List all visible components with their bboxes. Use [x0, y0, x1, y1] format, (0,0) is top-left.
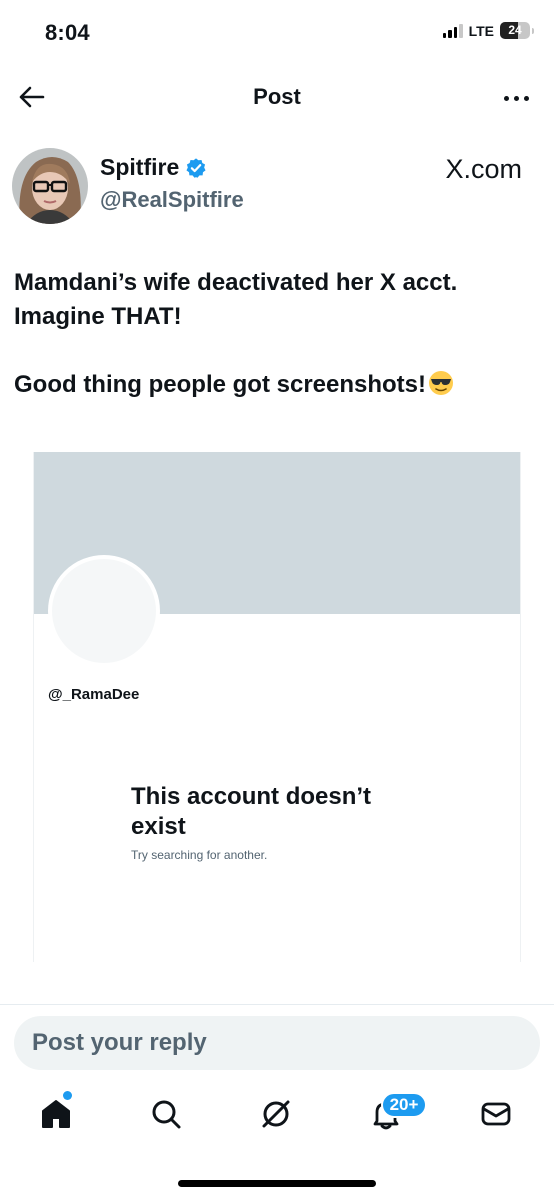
avatar-image — [12, 148, 88, 224]
tab-grok[interactable] — [254, 1092, 298, 1136]
post-text-line: Mamdani’s wife deactivated her X acct. I… — [14, 269, 458, 330]
search-icon — [152, 1100, 181, 1129]
more-dot-icon — [503, 95, 509, 101]
cellular-signal-icon — [442, 23, 463, 38]
reply-placeholder: Post your reply — [32, 1029, 207, 1056]
tab-home[interactable] — [34, 1092, 78, 1136]
battery-icon: 24 — [500, 22, 530, 39]
network-type: LTE — [468, 22, 494, 39]
sunglasses-emoji-icon — [429, 371, 454, 395]
verified-badge-icon — [186, 157, 206, 178]
author-name[interactable]: Spitfire — [100, 154, 179, 181]
home-icon — [42, 1100, 70, 1128]
account-missing-title: This account doesn’t exist — [131, 783, 372, 840]
battery-level: 24 — [508, 23, 522, 37]
home-notification-dot — [63, 1091, 72, 1100]
more-dot-icon — [523, 95, 529, 101]
reply-divider — [0, 1004, 554, 1005]
author-handle[interactable]: @RealSpitfire — [100, 187, 244, 213]
embedded-screenshot[interactable]: @_RamaDee This account doesn’t exist Try… — [33, 452, 521, 962]
home-indicator[interactable] — [178, 1180, 376, 1187]
source-label: X.com — [445, 154, 522, 184]
reply-input[interactable]: Post your reply — [14, 1016, 540, 1070]
tab-messages[interactable] — [474, 1092, 518, 1136]
author-avatar[interactable] — [12, 148, 88, 224]
account-missing-subtitle: Try searching for another. — [131, 848, 268, 862]
status-indicators: LTE 24 — [442, 22, 534, 39]
page-title: Post — [253, 84, 301, 109]
post-body: Mamdani’s wife deactivated her X acct. I… — [14, 266, 534, 402]
more-options-button[interactable] — [498, 86, 534, 110]
post-text-line-with-emoji: Good thing people got screenshots! — [14, 368, 534, 402]
notifications-count-badge: 20+ — [381, 1092, 427, 1118]
tab-search[interactable] — [144, 1092, 188, 1136]
post-text-line: Good thing people got screenshots! — [14, 371, 427, 398]
empty-avatar — [48, 555, 160, 667]
status-time: 8:04 — [45, 20, 90, 45]
author-name-row[interactable]: Spitfire — [100, 154, 207, 181]
deleted-account-handle: @_RamaDee — [48, 686, 140, 703]
more-dot-icon — [513, 95, 519, 101]
envelope-icon — [481, 1102, 511, 1126]
grok-icon — [262, 1100, 290, 1128]
